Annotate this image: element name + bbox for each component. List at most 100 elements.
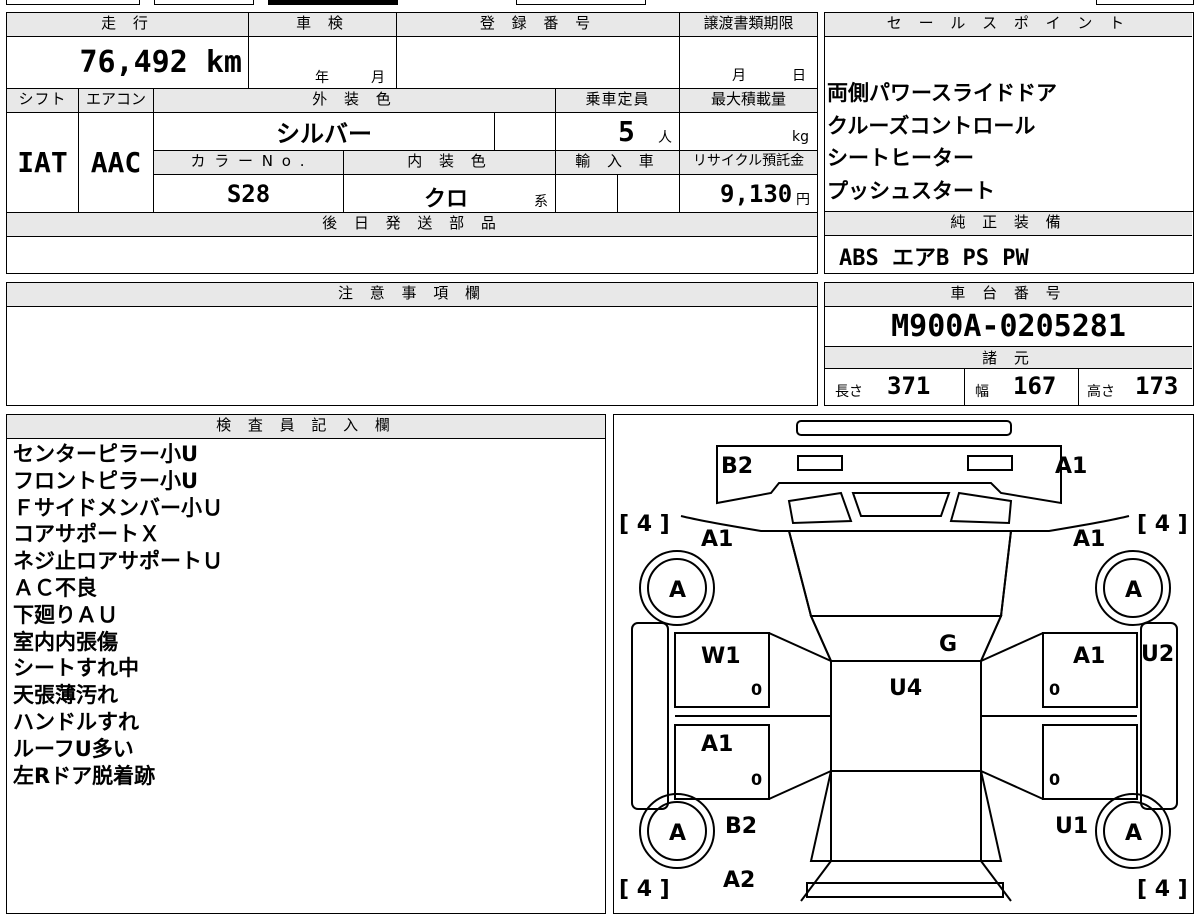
interior-value-cell: クロ 系 — [344, 175, 556, 213]
height-label: 高さ — [1087, 384, 1115, 400]
inspector-line: ルーフU多い — [13, 736, 134, 761]
label-b2-bottom: B2 — [725, 814, 757, 839]
inspector-line: Ｆサイドメンバー小Ｕ — [13, 495, 223, 520]
genuine-equipment-panel: 純 正 装 備 ABS エアB PS PW — [824, 212, 1194, 274]
maxload-unit: kg — [792, 129, 809, 145]
door-zero: 0 — [1049, 770, 1060, 789]
height-value: 173 — [1135, 372, 1179, 400]
width-value: 167 — [1013, 372, 1057, 400]
headlight-right — [967, 455, 1013, 471]
label-w1: W1 — [701, 644, 741, 669]
import-value-2 — [618, 175, 680, 213]
inspector-line: フロントピラー小U — [13, 468, 199, 493]
grille-left — [787, 491, 853, 525]
label-a1-rdoor: A1 — [1073, 644, 1105, 669]
hood-outline — [716, 445, 1062, 505]
inspector-line: 下廻りＡＵ — [13, 602, 118, 627]
door-zero: 0 — [751, 770, 762, 789]
maxload-value-cell: kg — [680, 113, 817, 151]
sales-points-list: 両側パワースライドドア クルーズコントロール シートヒーター プッシュスタート — [827, 77, 1057, 207]
headlight-left — [797, 455, 843, 471]
transfer-day-unit: 日 — [792, 68, 806, 84]
sales-point-item: 両側パワースライドドア — [827, 81, 1057, 105]
interior-color-value: クロ — [424, 187, 469, 212]
exterior-extra — [495, 113, 556, 151]
capacity-unit: 人 — [658, 130, 672, 146]
label-g: G — [939, 632, 957, 657]
inspector-panel: 検 査 員 記 入 欄 センターピラー小U フロントピラー小U Ｆサイドメンバー… — [6, 414, 606, 914]
registration-header: 登 録 番 号 — [397, 13, 680, 37]
label-b2-top: B2 — [721, 454, 753, 479]
tread-tl: [ 4 ] — [619, 512, 670, 537]
tire-rr: A — [1125, 821, 1142, 846]
label-a1-fl: A1 — [701, 527, 733, 552]
genuine-equipment-header: 純 正 装 備 — [825, 212, 1192, 236]
notes-header: 注 意 事 項 欄 — [7, 283, 817, 307]
aircon-value: AAC — [79, 113, 154, 213]
inspector-line: ハンドルすれ — [13, 709, 139, 734]
mileage-value: 76,492 km — [7, 37, 249, 89]
color-no-value: S28 — [154, 175, 344, 213]
inspector-line: 天張薄汚れ — [13, 683, 118, 708]
recycle-fee-value: 9,130 — [720, 180, 793, 208]
inspection-month-unit: 月 — [371, 70, 385, 86]
shift-value: IAT — [7, 113, 79, 213]
inspector-line: コアサポートＸ — [13, 522, 160, 547]
tire-fr: A — [1125, 578, 1142, 603]
label-a2: A2 — [723, 868, 755, 893]
spec-header: 諸 元 — [825, 347, 1192, 369]
car-diagram-panel: B2 A1 [ 4 ] [ 4 ] A1 A1 A A G W1 A1 U2 U… — [613, 414, 1194, 914]
sales-points-header: セ ー ル ス ポ イ ン ト — [825, 13, 1192, 37]
capacity-header: 乗車定員 — [556, 89, 680, 113]
recycle-unit: 円 — [796, 192, 810, 208]
grille-center — [851, 492, 951, 517]
transfer-header: 譲渡書類期限 — [680, 13, 817, 37]
chassis-header: 車 台 番 号 — [825, 283, 1192, 307]
inspector-line: ネジ止ロアサポートＵ — [13, 549, 223, 574]
inspector-header: 検 査 員 記 入 欄 — [7, 415, 605, 439]
inspector-line: シートすれ中 — [13, 656, 139, 681]
exterior-header: 外 装 色 — [154, 89, 556, 113]
inspector-line: 室内内張傷 — [13, 629, 118, 654]
later-parts-header: 後 日 発 送 部 品 — [7, 213, 817, 237]
sales-point-item: クルーズコントロール — [827, 113, 1036, 138]
sales-points-panel: セ ー ル ス ポ イ ン ト 両側パワースライドドア クルーズコントロール シ… — [824, 12, 1194, 212]
label-u1: U1 — [1055, 814, 1088, 839]
spec-row: 長さ 371 幅 167 高さ 173 — [825, 369, 1192, 405]
label-u2: U2 — [1141, 642, 1174, 667]
recycle-header: リサイクル預託金 — [680, 151, 817, 175]
notes-panel: 注 意 事 項 欄 — [6, 282, 818, 406]
inspection-value: 年 月 — [249, 37, 397, 89]
sales-point-item: シートヒーター — [827, 146, 974, 170]
interior-header: 内 装 色 — [344, 151, 556, 175]
car-diagram: B2 A1 [ 4 ] [ 4 ] A1 A1 A A G W1 A1 U2 U… — [619, 420, 1188, 902]
cowl-outline — [809, 615, 1003, 662]
label-u4: U4 — [889, 676, 922, 701]
label-a1-fr: A1 — [1073, 527, 1105, 552]
rear-bumper-shape — [806, 882, 1004, 898]
tire-fl: A — [669, 578, 686, 603]
windshield-outline — [787, 530, 1013, 617]
width-label: 幅 — [975, 384, 989, 400]
maxload-header: 最大積載量 — [680, 89, 817, 113]
capacity-value: 5 — [618, 115, 635, 148]
inspector-lines: センターピラー小U フロントピラー小U Ｆサイドメンバー小Ｕ コアサポートＸ ネ… — [13, 441, 223, 789]
transfer-month-unit: 月 — [732, 68, 746, 84]
genuine-equipment-value: ABS エアB PS PW — [839, 246, 1029, 271]
top-strip — [6, 0, 1194, 6]
tire-rl: A — [669, 821, 686, 846]
label-a1-top: A1 — [1055, 454, 1087, 479]
label-a1-ldoor2: A1 — [701, 732, 733, 757]
import-value-1 — [556, 175, 618, 213]
registration-value — [397, 37, 680, 89]
transfer-value: 月 日 — [680, 37, 817, 89]
inspector-line: センターピラー小U — [13, 442, 199, 466]
grille-right — [949, 491, 1013, 525]
chassis-number: M900A-0205281 — [825, 307, 1192, 347]
tread-tr: [ 4 ] — [1137, 512, 1188, 537]
capacity-value-cell: 5 人 — [556, 113, 680, 151]
aircon-header: エアコン — [79, 89, 154, 113]
recycle-value-cell: 9,130 円 — [680, 175, 817, 213]
length-value: 371 — [887, 372, 931, 400]
import-header: 輸 入 車 — [556, 151, 680, 175]
